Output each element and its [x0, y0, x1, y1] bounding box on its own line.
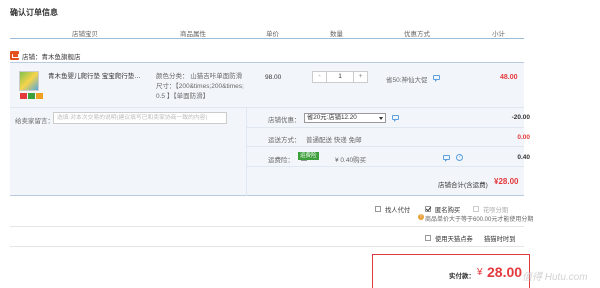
seller-message-input[interactable]: 选填:对本次交易的说明(建议填写已和卖家协商一致的内容): [53, 112, 227, 124]
divider: [10, 246, 524, 247]
shop-discount-label: 店铺优惠：: [268, 117, 301, 124]
shop-total-label: 店铺合计(含运费): [438, 182, 488, 189]
shop-discount-select[interactable]: 省20元:店铺12.20: [304, 113, 386, 123]
anonymous-checkbox[interactable]: [425, 206, 431, 212]
divider: [246, 146, 524, 147]
message-label: 给卖家留言：: [15, 118, 54, 125]
unit-price: 98.00: [265, 74, 282, 81]
product-thumbnail[interactable]: [19, 71, 39, 91]
increase-button[interactable]: +: [353, 72, 367, 82]
column-header-discount: 优惠方式: [404, 31, 430, 38]
insurance-tag: 运费险: [298, 152, 319, 160]
shipping-method: 普通配送 快递 免邮: [306, 137, 362, 144]
column-header-quantity: 数量: [330, 31, 343, 38]
page-title: 确认订单信息: [10, 8, 58, 17]
installment-note: 商品单价大于等于600.00元才能使用分期: [425, 217, 534, 223]
shop-row: 店铺：青木鱼旗舰店: [10, 50, 310, 62]
attr-size: 尺寸：【200&times;200&times;: [156, 83, 244, 90]
tmall-points-label[interactable]: 使用天猫点券: [435, 234, 473, 243]
proxy-pay-label[interactable]: 找人代付: [385, 205, 410, 214]
divider: [246, 166, 524, 167]
huabei-checkbox[interactable]: [473, 206, 479, 212]
table-header: 店铺宝贝 商品属性 单价 数量 优惠方式 小计: [10, 26, 524, 39]
product-title[interactable]: 青木鱼婴儿爬行垫 宝宝爬行垫…: [48, 72, 144, 81]
column-header-attributes: 商品属性: [180, 31, 206, 38]
shop-total: ¥28.00: [494, 177, 519, 186]
column-header-item: 店铺宝贝: [72, 31, 98, 38]
currency-symbol: ¥: [477, 267, 483, 278]
attr-size-cont: 0.5 】【单面防滑】: [156, 93, 210, 100]
shipping-amount: 0.00: [517, 134, 530, 141]
actual-payment-label: 实付款：: [449, 273, 475, 280]
watermark: 值得 Hutu.com: [522, 272, 588, 283]
actual-payment-box: 实付款： ¥ 28.00: [372, 254, 530, 288]
credit-badge-icon: [36, 93, 43, 99]
promotion-text: 省50:神仙大促: [386, 77, 428, 84]
shipping-label: 运送方式：: [268, 137, 301, 144]
divider: [10, 226, 524, 227]
chat-icon[interactable]: [443, 155, 450, 162]
insurance-amount: 0.40: [517, 154, 530, 161]
shop-label-prefix: 店铺：: [22, 54, 42, 61]
points-rule-link[interactable]: 猫猫时时到: [484, 234, 515, 243]
shop-discount-amount: -20.00: [511, 114, 530, 121]
actual-payment-amount: 28.00: [487, 264, 523, 280]
help-icon[interactable]: ?: [456, 154, 463, 161]
chevron-down-icon: [379, 117, 383, 120]
anonymous-label[interactable]: 匿名购买: [435, 205, 460, 214]
guarantee-badge-icon: [28, 93, 35, 99]
info-icon: !: [418, 214, 424, 220]
column-header-subtotal: 小计: [492, 31, 505, 38]
tmall-points-checkbox[interactable]: [425, 235, 431, 241]
tmall-badge-icon: [20, 93, 27, 99]
decrease-button[interactable]: -: [313, 72, 327, 82]
chat-icon[interactable]: [392, 115, 399, 122]
shop-icon: [10, 51, 19, 60]
quantity-input[interactable]: 1: [327, 72, 353, 82]
shop-link[interactable]: 青木鱼旗舰店: [42, 54, 81, 61]
product-attributes: 颜色分类： 山猫吉咔单面防滑 尺寸：【200&times;200&times; …: [156, 72, 244, 102]
divider: [246, 127, 524, 128]
chat-icon[interactable]: [433, 75, 440, 82]
shop-discount-selected: 省20元:店铺12.20: [307, 114, 357, 121]
proxy-pay-checkbox[interactable]: [375, 206, 381, 212]
quantity-stepper[interactable]: - 1 +: [312, 71, 368, 83]
insurance-price: ¥ 0.40购买: [335, 157, 367, 164]
order-item-row: 青木鱼婴儿爬行垫 宝宝爬行垫… 颜色分类： 山猫吉咔单面防滑 尺寸：【200&t…: [10, 62, 524, 108]
huabei-label[interactable]: 花呗分期: [483, 205, 508, 214]
attr-color: 颜色分类： 山猫吉咔单面防滑: [156, 73, 243, 80]
insurance-label: 运费险：: [268, 157, 294, 164]
shop-name[interactable]: 店铺：青木鱼旗舰店: [22, 51, 81, 61]
item-subtotal: 48.00: [500, 74, 518, 81]
divider: [246, 108, 247, 196]
column-header-price: 单价: [266, 31, 279, 38]
